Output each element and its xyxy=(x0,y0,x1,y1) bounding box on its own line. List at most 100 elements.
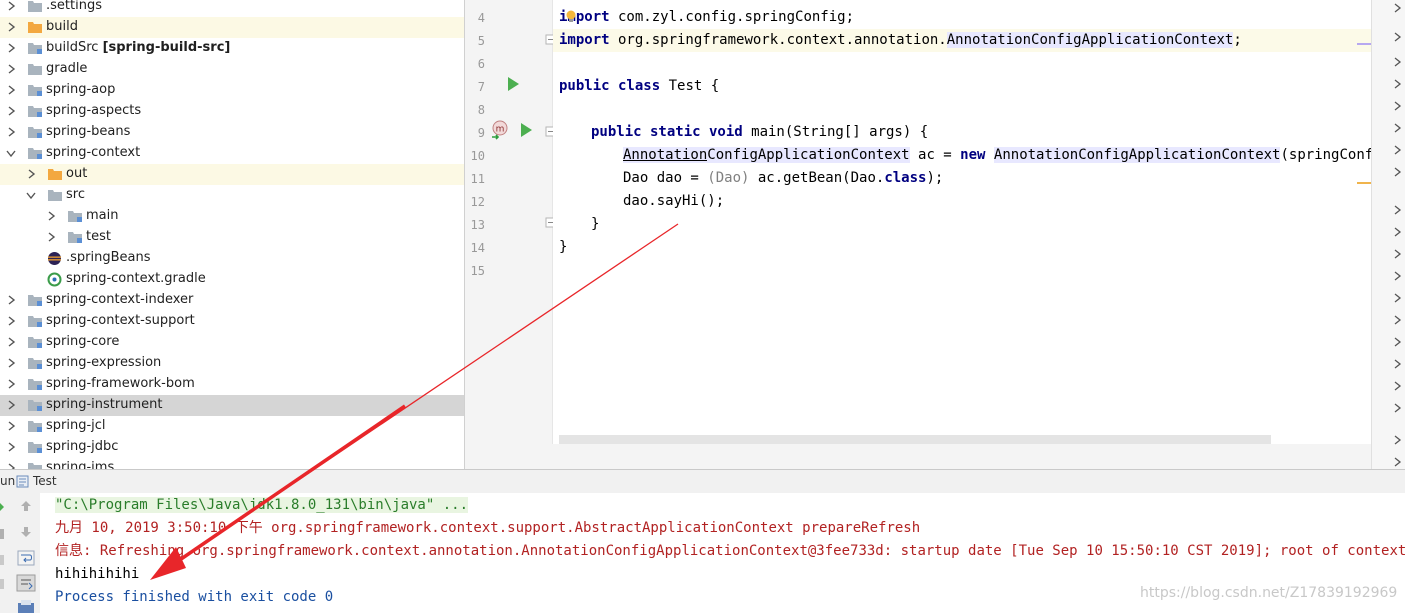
code-line-12[interactable]: dao.sayHi(); xyxy=(553,190,1371,213)
stop-icon[interactable] xyxy=(0,528,6,540)
code-line-4[interactable]: import com.zyl.config.springConfig; xyxy=(553,6,1371,29)
chevron-right-icon[interactable] xyxy=(26,167,38,181)
error-stripe-marker[interactable] xyxy=(1357,43,1371,45)
chevron-right-icon[interactable] xyxy=(6,0,18,13)
tree-item-spring-aspects[interactable]: spring-aspects xyxy=(0,101,464,122)
arrow-up-icon[interactable] xyxy=(19,499,33,513)
arrow-down-icon[interactable] xyxy=(19,525,33,539)
code-line-5[interactable]: import org.springframework.context.annot… xyxy=(553,29,1371,52)
chevron-right-icon[interactable] xyxy=(46,209,58,223)
run-gutter-icon[interactable] xyxy=(506,76,520,92)
chevron-right-icon[interactable] xyxy=(6,83,18,97)
chevron-right-icon[interactable] xyxy=(6,104,18,118)
chevron-right-icon[interactable] xyxy=(1393,455,1403,469)
chevron-right-icon[interactable] xyxy=(1393,335,1403,349)
run-panel-title: un xyxy=(0,474,16,488)
chevron-right-icon[interactable] xyxy=(1393,313,1403,327)
restore-layout-icon[interactable] xyxy=(0,553,6,567)
tree-item-gradle-file[interactable]: spring-context.gradle xyxy=(0,269,464,290)
chevron-right-icon[interactable] xyxy=(1393,203,1403,217)
tree-item-label: spring-context.gradle xyxy=(66,271,206,286)
chevron-right-icon[interactable] xyxy=(6,356,18,370)
chevron-right-icon[interactable] xyxy=(1393,433,1403,447)
chevron-right-icon[interactable] xyxy=(6,440,18,454)
chevron-right-icon[interactable] xyxy=(1393,77,1403,91)
chevron-right-icon[interactable] xyxy=(6,20,18,34)
tree-item-spring-beans[interactable]: spring-beans xyxy=(0,122,464,143)
chevron-right-icon[interactable] xyxy=(1393,225,1403,239)
chevron-right-icon[interactable] xyxy=(1393,247,1403,261)
tree-item-src[interactable]: src xyxy=(0,185,464,206)
run-gutter-icon[interactable] xyxy=(519,122,533,138)
code-line-14[interactable]: } xyxy=(553,236,1371,259)
run-tool-window-header[interactable]: un Test xyxy=(0,469,1405,494)
chevron-right-icon[interactable] xyxy=(6,62,18,76)
chevron-right-icon[interactable] xyxy=(1393,143,1403,157)
tree-item-test[interactable]: test xyxy=(0,227,464,248)
chevron-right-icon[interactable] xyxy=(1393,269,1403,283)
chevron-right-icon[interactable] xyxy=(46,230,58,244)
chevron-right-icon[interactable] xyxy=(6,125,18,139)
chevron-right-icon[interactable] xyxy=(1393,121,1403,135)
chevron-right-icon[interactable] xyxy=(6,419,18,433)
code-line-13[interactable]: } xyxy=(553,213,1371,236)
chevron-right-icon[interactable] xyxy=(6,41,18,55)
tree-item-main[interactable]: main xyxy=(0,206,464,227)
tree-item-spring-instrument[interactable]: spring-instrument xyxy=(0,395,464,416)
tree-item-spring-jcl[interactable]: spring-jcl xyxy=(0,416,464,437)
tree-item-spring-context[interactable]: spring-context xyxy=(0,143,464,164)
tree-item-spring-jms[interactable]: spring-jms xyxy=(0,458,464,469)
chevron-right-icon[interactable] xyxy=(6,335,18,349)
lightbulb-icon[interactable] xyxy=(565,10,577,24)
tree-item-build[interactable]: build xyxy=(0,17,464,38)
code-line-10[interactable]: AnnotationConfigApplicationContext ac = … xyxy=(553,144,1371,167)
tree-item-spring-expression[interactable]: spring-expression xyxy=(0,353,464,374)
console-line-command: "C:\Program Files\Java\jdk1.8.0_131\bin\… xyxy=(55,497,469,513)
scroll-to-end-icon[interactable] xyxy=(16,574,36,592)
chevron-right-icon[interactable] xyxy=(1393,99,1403,113)
chevron-right-icon[interactable] xyxy=(1393,1,1403,15)
code-line-11[interactable]: Dao dao = (Dao) ac.getBean(Dao.class); xyxy=(553,167,1371,190)
tree-item-spring-framework-bom[interactable]: spring-framework-bom xyxy=(0,374,464,395)
chevron-right-icon[interactable] xyxy=(1393,379,1403,393)
print-icon[interactable] xyxy=(17,600,35,613)
tree-item-springbeans-file[interactable]: .springBeans xyxy=(0,248,464,269)
chevron-right-icon[interactable] xyxy=(6,461,18,469)
tree-item-spring-jdbc[interactable]: spring-jdbc xyxy=(0,437,464,458)
chevron-right-icon[interactable] xyxy=(1393,401,1403,415)
tree-item-out[interactable]: out xyxy=(0,164,464,185)
soft-wrap-icon[interactable] xyxy=(17,550,35,566)
source-folder-icon xyxy=(68,211,82,222)
tree-item-spring-core[interactable]: spring-core xyxy=(0,332,464,353)
line-number: 14 xyxy=(470,241,485,255)
module-folder-icon xyxy=(28,400,42,411)
chevron-right-icon[interactable] xyxy=(1393,30,1403,44)
chevron-right-icon[interactable] xyxy=(1393,55,1403,69)
chevron-down-icon[interactable] xyxy=(25,188,37,202)
chevron-down-icon[interactable] xyxy=(5,146,17,160)
tree-item-settings[interactable]: .settings xyxy=(0,0,464,17)
chevron-right-icon[interactable] xyxy=(6,314,18,328)
method-gutter-icon[interactable]: m xyxy=(490,120,510,142)
pin-tab-icon[interactable] xyxy=(0,577,6,591)
horizontal-scrollbar[interactable] xyxy=(559,435,1271,444)
chevron-right-icon[interactable] xyxy=(1393,165,1403,179)
tree-item-buildsrc[interactable]: buildSrc [spring-build-src] xyxy=(0,38,464,59)
chevron-right-icon[interactable] xyxy=(6,293,18,307)
run-tab-test[interactable]: Test xyxy=(33,474,57,488)
svg-text:m: m xyxy=(496,125,505,135)
code-line-9[interactable]: public static void main(String[] args) { xyxy=(553,121,1371,144)
rerun-icon[interactable] xyxy=(0,500,6,514)
code-line-7[interactable]: public class Test { xyxy=(553,75,1371,98)
chevron-right-icon[interactable] xyxy=(6,398,18,412)
tree-item-label: out xyxy=(66,166,88,181)
tree-item-spring-context-indexer[interactable]: spring-context-indexer xyxy=(0,290,464,311)
tree-item-spring-aop[interactable]: spring-aop xyxy=(0,80,464,101)
code-editor[interactable]: import com.zyl.config.springConfig; impo… xyxy=(553,0,1371,444)
chevron-right-icon[interactable] xyxy=(1393,291,1403,305)
warning-stripe-marker[interactable] xyxy=(1357,182,1371,184)
chevron-right-icon[interactable] xyxy=(1393,357,1403,371)
tree-item-spring-context-support[interactable]: spring-context-support xyxy=(0,311,464,332)
chevron-right-icon[interactable] xyxy=(6,377,18,391)
tree-item-gradle[interactable]: gradle xyxy=(0,59,464,80)
